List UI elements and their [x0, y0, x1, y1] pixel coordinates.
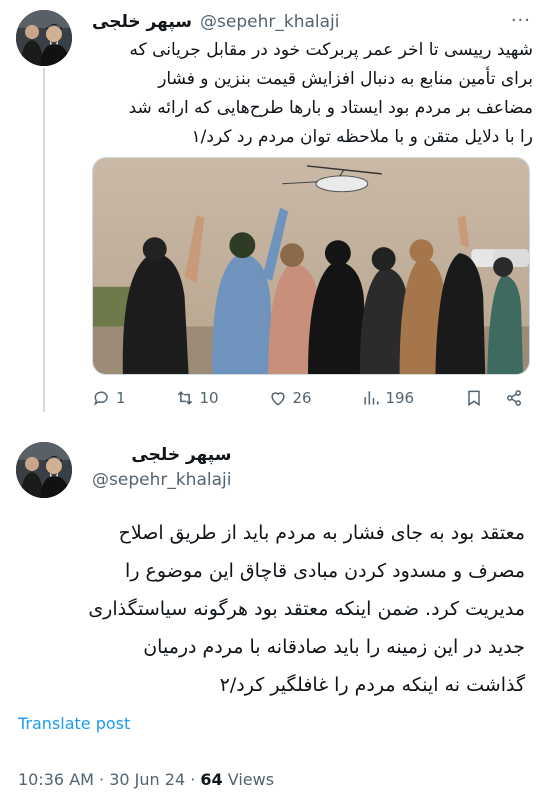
author-name[interactable]: سپهر خلجی — [92, 442, 231, 468]
share-icon — [507, 390, 521, 406]
tweet-header: سپهر خلجی @sepehr_khalaji — [92, 10, 519, 34]
author-name[interactable]: سپهر خلجی — [92, 12, 192, 32]
views-total: 64 — [200, 770, 223, 789]
like-icon — [271, 392, 286, 406]
views-button[interactable]: 196 — [361, 388, 414, 408]
translate-post-link[interactable]: Translate post — [18, 714, 130, 733]
tweet-photo[interactable] — [92, 157, 530, 375]
tweet-header: سپهر خلجی @sepehr_khalaji — [92, 442, 231, 492]
tweet-meta: 10:36 AM · 30 Jun 24 · 64 Views — [18, 770, 274, 789]
views-icon — [364, 391, 379, 405]
author-handle[interactable]: @sepehr_khalaji — [200, 12, 339, 32]
repost-button[interactable]: 10 — [175, 388, 219, 408]
tweet-text: معتقد بود به جای فشار به مردم باید از طر… — [88, 522, 525, 696]
like-button[interactable]: 26 — [268, 388, 312, 408]
repost-icon — [178, 391, 193, 405]
tweet-time[interactable]: 10:36 AM — [18, 770, 94, 789]
bookmark-icon — [468, 390, 480, 407]
tweet-actions: 1 10 26 196 — [92, 388, 524, 408]
thread-connector-line — [43, 68, 45, 412]
reply-button[interactable]: 1 — [92, 388, 126, 408]
views-count: 196 — [385, 389, 415, 407]
avatar[interactable] — [16, 10, 72, 66]
more-options-icon[interactable]: ··· — [511, 10, 531, 31]
bookmark-button[interactable] — [464, 388, 484, 408]
tweet-text: شهید رییسی تا اخر عمر پربرکت خود در مقاب… — [128, 40, 533, 147]
meta-separator: · — [190, 770, 196, 789]
secondary-actions — [464, 388, 524, 408]
views-label: Views — [227, 770, 275, 789]
author-handle[interactable]: @sepehr_khalaji — [92, 468, 231, 492]
tweet-date[interactable]: 30 Jun 24 — [109, 770, 185, 789]
reply-icon — [94, 391, 108, 406]
share-button[interactable] — [504, 388, 524, 408]
repost-count: 10 — [199, 389, 219, 407]
like-count: 26 — [292, 389, 312, 407]
meta-separator: · — [99, 770, 105, 789]
reply-count: 1 — [116, 389, 126, 407]
avatar[interactable] — [16, 442, 72, 498]
